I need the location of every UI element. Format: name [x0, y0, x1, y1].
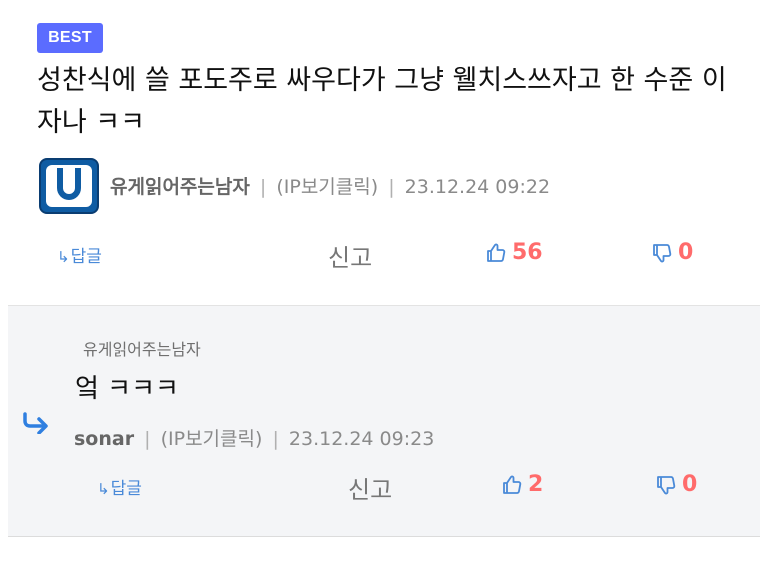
- comment-actions: ↳답글 신고 56 0: [0, 237, 760, 273]
- reply-content: 엌 ㅋㅋㅋ: [75, 374, 179, 404]
- best-comment: BEST 성찬식에 쓸 포도주로 싸우다가 그냥 웰치스쓰자고 한 수준 이자나…: [0, 0, 760, 305]
- thumbs-up-icon: [503, 475, 522, 494]
- meta-separator: |: [144, 428, 151, 450]
- like-count: 56: [512, 240, 543, 265]
- comment-meta: 유게읽어주는남자 | (IP보기클릭) | 23.12.24 09:22: [110, 172, 550, 199]
- reply-meta: sonar | (IP보기클릭) | 23.12.24 09:23: [74, 424, 434, 451]
- avatar[interactable]: [39, 158, 99, 214]
- thumbs-down-icon: [657, 475, 676, 494]
- reply-dislike-button[interactable]: 0: [654, 472, 697, 497]
- reply-reply-button[interactable]: ↳답글: [97, 474, 142, 499]
- reply-like-button[interactable]: 2: [500, 472, 543, 497]
- ip-view-link[interactable]: (IP보기클릭): [276, 176, 378, 198]
- best-badge: BEST: [37, 23, 103, 53]
- thumbs-up-icon: [487, 243, 506, 262]
- reply-report-button[interactable]: 신고: [348, 470, 392, 505]
- comment-timestamp: 23.12.24 09:22: [404, 176, 551, 198]
- meta-separator: |: [388, 176, 395, 198]
- reply-author-name[interactable]: sonar: [74, 428, 134, 450]
- dislike-button[interactable]: 0: [650, 240, 693, 265]
- reply-actions: ↳답글 신고 2 0: [0, 469, 760, 505]
- reply-arrow-icon: ↳: [97, 480, 110, 498]
- dislike-count: 0: [678, 240, 694, 265]
- like-button[interactable]: 56: [484, 240, 543, 265]
- reply-label: 답글: [110, 479, 142, 499]
- reply-like-count: 2: [528, 472, 544, 497]
- reply-ip-view-link[interactable]: (IP보기클릭): [161, 428, 263, 450]
- thumbs-down-icon: [653, 243, 672, 262]
- reply-button[interactable]: ↳답글: [57, 242, 102, 267]
- avatar-u-logo-icon: [46, 165, 92, 207]
- meta-separator: |: [272, 428, 279, 450]
- meta-separator: |: [259, 176, 267, 198]
- reply-indent-arrow-icon: [23, 412, 48, 434]
- reply-arrow-icon: ↳: [57, 248, 70, 266]
- reply-label: 답글: [70, 247, 102, 267]
- reply-timestamp: 23.12.24 09:23: [288, 428, 435, 450]
- report-button[interactable]: 신고: [328, 238, 372, 273]
- reply-comment: 유게읽어주는남자 엌 ㅋㅋㅋ sonar | (IP보기클릭) | 23.12.…: [8, 305, 760, 537]
- comment-content: 성찬식에 쓸 포도주로 싸우다가 그냥 웰치스쓰자고 한 수준 이자나 ㅋㅋ: [37, 65, 727, 138]
- reply-dislike-count: 0: [682, 472, 698, 497]
- author-name[interactable]: 유게읽어주는남자: [110, 176, 250, 198]
- reply-target-author: 유게읽어주는남자: [83, 340, 201, 359]
